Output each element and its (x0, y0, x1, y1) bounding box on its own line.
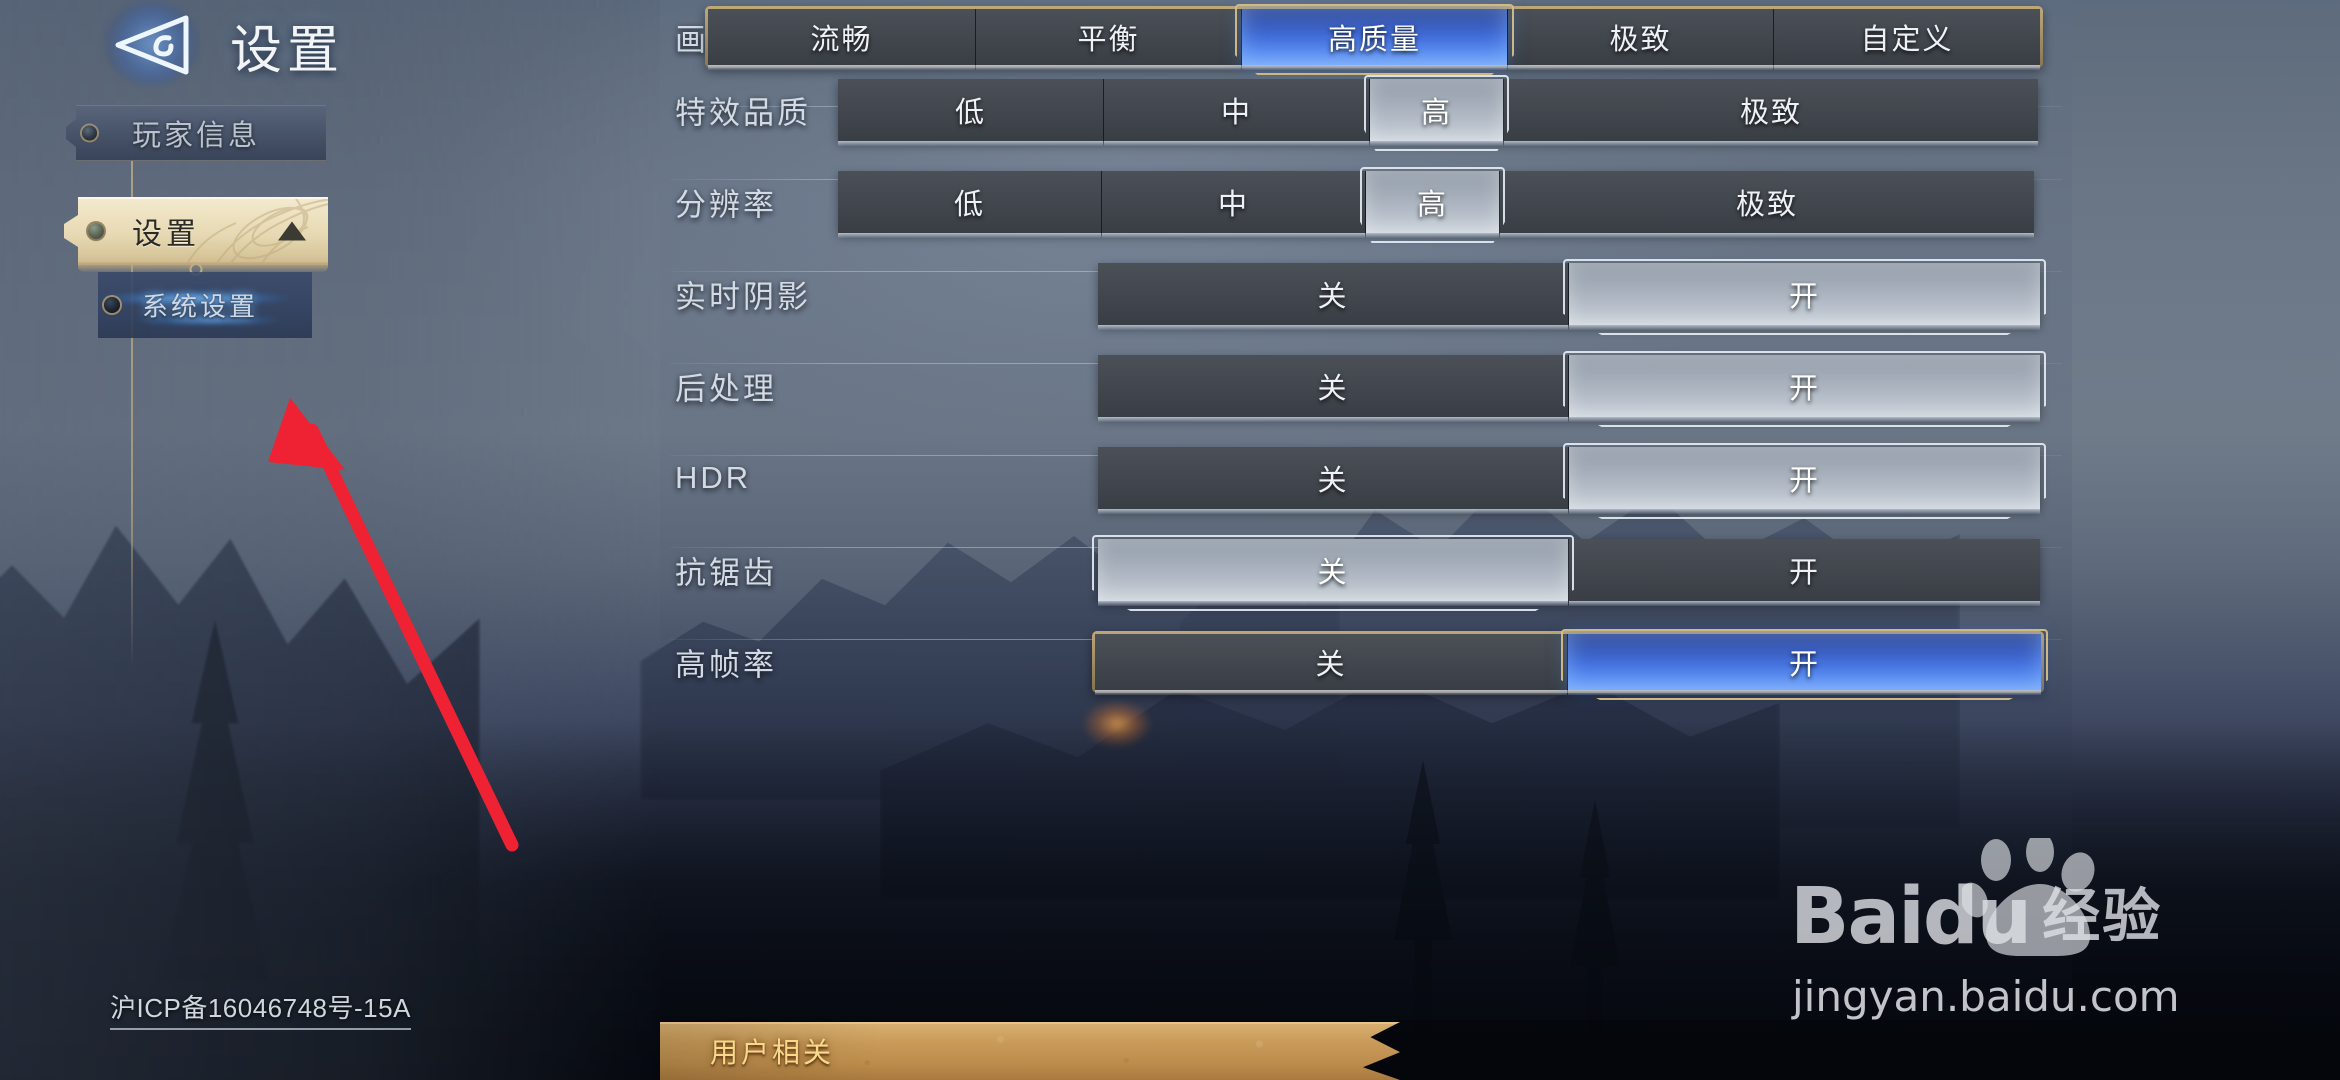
setting-label: 抗锯齿 (675, 555, 777, 591)
sidebar-item-label: 玩家信息 (132, 120, 261, 152)
setting-row-high-frame-rate: 高帧率 关 开 (660, 592, 2072, 732)
bottom-tab-bar[interactable]: 用户相关 (660, 1022, 1400, 1080)
page-title: 设置 (230, 21, 345, 80)
stud-icon (104, 297, 120, 313)
toggle-option-on[interactable]: 开 (1568, 634, 2041, 695)
setting-label: 实时阴影 (675, 279, 811, 315)
stud-icon (88, 223, 104, 239)
setting-label: 后处理 (675, 371, 777, 407)
icp-notice: 沪ICP备16046748号-15A (110, 988, 411, 1030)
sidebar-item-settings[interactable]: 设置 (64, 197, 328, 276)
stud-icon (82, 125, 97, 141)
setting-label: 分辨率 (675, 187, 777, 223)
setting-label: 特效品质 (675, 95, 811, 131)
baidu-paw-icon (1962, 838, 2095, 956)
sidebar-subitem-label: 系统设置 (142, 291, 259, 322)
setting-label: HDR (675, 460, 752, 495)
triangle-up-icon[interactable] (278, 221, 306, 241)
toggle-control-high-frame-rate[interactable]: 关 开 (1092, 631, 2044, 695)
header-logo-row: 设置 (98, 0, 344, 90)
sidebar-item-label: 设置 (132, 218, 200, 251)
triangle-arrow-emblem-icon (98, 0, 206, 90)
sidebar: 设置 玩家信息 设置 系统设置 沪ICP备16046748号-15A (0, 0, 660, 1080)
sidebar-item-player-info[interactable]: 玩家信息 (66, 105, 326, 161)
setting-label: 高帧率 (675, 647, 777, 683)
tab-user-related[interactable]: 用户相关 (710, 1031, 834, 1071)
game-settings-screen: 设置 玩家信息 设置 系统设置 沪ICP备16046748号-15A 流畅 平衡… (0, 0, 2340, 1080)
toggle-option-off[interactable]: 关 (1095, 634, 1568, 695)
settings-panel: 画质配置 流畅 平衡 高质量 极致 自定义 特效品质 低 中 高 极致 (660, 0, 2072, 1020)
nav-connector-line (131, 108, 133, 668)
sidebar-subitem-system-settings[interactable]: 系统设置 (80, 272, 330, 338)
